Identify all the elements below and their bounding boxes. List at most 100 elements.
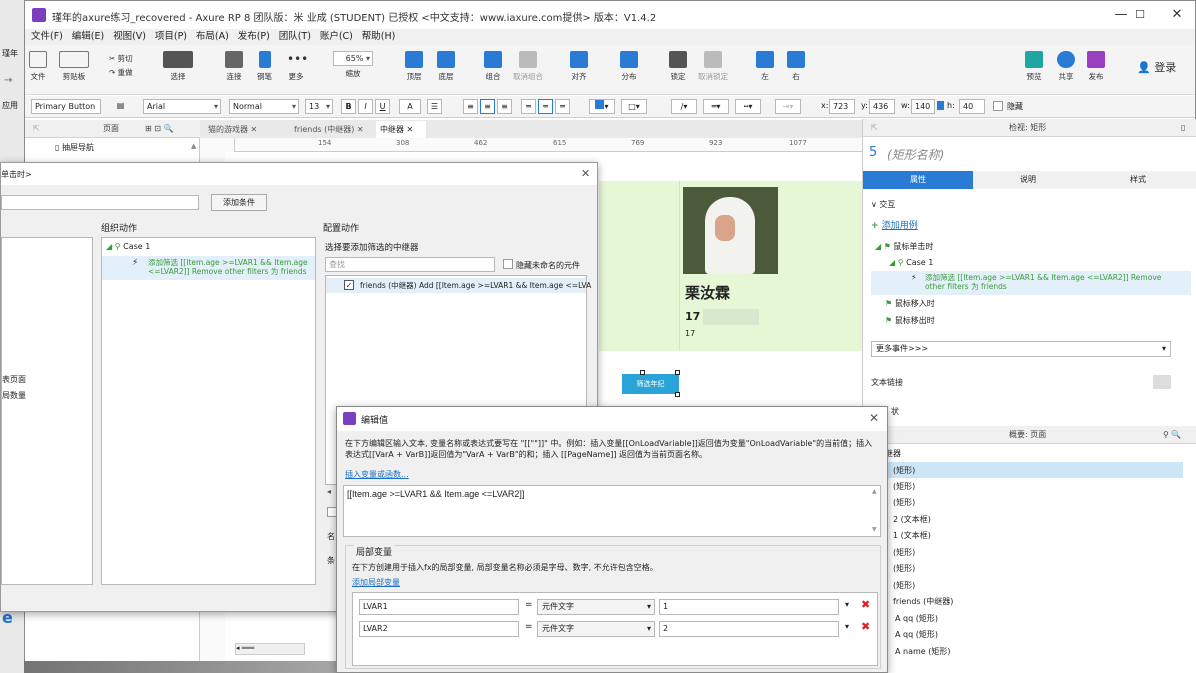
menu-publish[interactable]: 发布(P) (238, 29, 270, 45)
filter-age-button[interactable]: 筛选年纪 (622, 374, 679, 394)
weight-select[interactable]: Normal ▾ (229, 99, 299, 114)
outline-item[interactable]: A name (矩形) (895, 646, 951, 657)
menu-edit[interactable]: 编辑(E) (72, 29, 104, 45)
line-width-button[interactable]: ═▾ (703, 99, 729, 114)
italic-button[interactable]: I (358, 99, 373, 114)
outline-item[interactable]: 1 (文本框) (893, 530, 931, 541)
x-input[interactable]: 723 (829, 99, 855, 114)
page-item[interactable]: ▯ 抽屉导航 (55, 142, 94, 153)
fill-color-button[interactable]: ▾ (589, 99, 615, 114)
chevron-down-icon[interactable]: ▾ (845, 622, 849, 631)
bring-top-button[interactable]: 顶层 (405, 51, 423, 82)
select-button[interactable]: 选择 (163, 51, 193, 82)
unlock-button[interactable]: 取消锁定 (698, 51, 728, 82)
delete-lvar1-icon[interactable]: ✖ (861, 598, 870, 611)
arrow-style-button[interactable]: ⇥▾ (775, 99, 801, 114)
outline-item[interactable]: (矩形) (893, 465, 915, 476)
scroll-up-icon[interactable]: ▲ (872, 488, 877, 495)
case-name-input[interactable] (1, 195, 199, 210)
page-icon[interactable]: ▯ (1181, 119, 1185, 137)
event-mouseleave[interactable]: ⚑ 鼠标移出时 (885, 315, 935, 326)
more-events-select[interactable]: 更多事件>>> ▾ (871, 341, 1171, 357)
outline-item[interactable]: (矩形) (893, 497, 915, 508)
scroll-up-icon[interactable]: ▲ (191, 142, 196, 150)
file-button[interactable]: 文件 (29, 51, 47, 82)
outline-item[interactable]: (矩形) (893, 563, 915, 574)
zoom-control[interactable]: 65% ▾ 缩放 (333, 51, 373, 79)
add-condition-button[interactable]: 添加条件 (211, 194, 267, 211)
valign-top-button[interactable]: ═ (521, 99, 536, 114)
connect-button[interactable]: 连接 (225, 51, 243, 82)
publish-button[interactable]: 发布 (1087, 51, 1105, 82)
bold-button[interactable]: B (341, 99, 356, 114)
close-icon[interactable]: ✕ (251, 125, 258, 134)
align-right-button[interactable]: ≡ (497, 99, 512, 114)
text-link-button[interactable] (1153, 375, 1171, 389)
style-select[interactable]: Primary Button (31, 99, 101, 114)
send-bottom-button[interactable]: 底层 (437, 51, 455, 82)
repeater-row[interactable]: ✓ friends (中继器) Add [[Item.age >=LVAR1 &… (326, 278, 591, 293)
outline-item[interactable]: A qq (矩形) (895, 629, 938, 640)
repeater-search-input[interactable]: 查找 (325, 257, 495, 272)
case-item[interactable]: ◢ ⚲ Case 1 (889, 258, 933, 267)
outline-item[interactable]: (矩形) (893, 547, 915, 558)
font-color-button[interactable]: A (399, 99, 421, 114)
case-node[interactable]: ◢ ⚲ Case 1 (106, 242, 150, 251)
valign-bottom-button[interactable]: ═ (555, 99, 570, 114)
close-icon[interactable]: ✕ (407, 125, 414, 134)
collapse-icon[interactable]: ⇱ (871, 119, 878, 137)
lvar1-value-input[interactable]: 1 (659, 599, 839, 615)
action-option[interactable]: 表页面 (2, 374, 26, 385)
align-center-button[interactable]: ≡ (480, 99, 495, 114)
outline-item[interactable]: A qq (矩形) (895, 613, 938, 624)
tab-properties[interactable]: 属性 (863, 171, 973, 189)
resize-handle[interactable] (640, 370, 645, 375)
repeater-checkbox[interactable]: ✓ (344, 280, 354, 290)
zoom-select[interactable]: 65% ▾ (333, 51, 373, 66)
hide-unnamed-checkbox[interactable] (503, 259, 513, 269)
close-icon[interactable]: ✕ (869, 411, 879, 425)
expression-textarea[interactable]: [[Item.age >=LVAR1 && Item.age <=LVAR2]]… (343, 485, 881, 537)
shadow-button[interactable]: □▾ (621, 99, 647, 114)
collapse-icon[interactable]: ⇱ (33, 120, 40, 138)
lvar2-value-input[interactable]: 2 (659, 621, 839, 637)
canvas-hscrollbar[interactable]: ◂ ═══ (235, 643, 305, 655)
more-button[interactable]: ••• 更多 (287, 51, 308, 82)
preview-button[interactable]: 预览 (1025, 51, 1043, 82)
right-button[interactable]: 右 (787, 51, 805, 82)
valign-middle-button[interactable]: ═ (538, 99, 553, 114)
lvar1-name-input[interactable]: LVAR1 (359, 599, 519, 615)
font-select[interactable]: Arial ▾ (143, 99, 221, 114)
clipboard-button[interactable]: 剪贴板 (59, 51, 89, 82)
outline-item[interactable]: friends (中继器) (893, 596, 953, 607)
tab-notes[interactable]: 说明 (973, 171, 1083, 189)
list-button[interactable]: ☰ (427, 99, 442, 114)
delete-lvar2-icon[interactable]: ✖ (861, 620, 870, 633)
h-input[interactable]: 40 (959, 99, 985, 114)
outline-item[interactable]: (矩形) (893, 481, 915, 492)
action-option[interactable]: 局数量 (2, 390, 26, 401)
cut-button[interactable]: ✂ 剪切 (109, 53, 133, 64)
close-icon[interactable]: ✕ (581, 167, 590, 180)
outline-item[interactable]: (矩形) (893, 580, 915, 591)
line-style-button[interactable]: ┅▾ (735, 99, 761, 114)
font-size-select[interactable]: 13 ▾ (305, 99, 333, 114)
align-button[interactable]: 对齐 (570, 51, 588, 82)
lock-button[interactable]: 锁定 (669, 51, 687, 82)
maximize-button[interactable]: ☐ (1122, 5, 1158, 25)
group-button[interactable]: 组合 (484, 51, 502, 82)
resize-handle[interactable] (675, 370, 680, 375)
insert-variable-link[interactable]: 插入变量或函数... (345, 469, 409, 480)
action-node[interactable]: ⚡ 添加筛选 [[Item.age >=LVAR1 && Item.age <=… (102, 256, 315, 280)
menu-layout[interactable]: 布局(A) (196, 29, 229, 45)
add-case-link[interactable]: + 添加用例 (871, 218, 918, 231)
y-input[interactable]: 436 (869, 99, 895, 114)
menu-team[interactable]: 团队(T) (279, 29, 311, 45)
link-icon[interactable] (937, 101, 944, 110)
chevron-down-icon[interactable]: ▾ (845, 600, 849, 609)
format-painter-icon[interactable]: ▤ (113, 99, 128, 114)
menu-account[interactable]: 账户(C) (320, 29, 353, 45)
w-input[interactable]: 140 (911, 99, 935, 114)
redo-button[interactable]: ↷ 重做 (109, 67, 133, 78)
tab-repeater[interactable]: 中继器 ✕ (376, 121, 426, 138)
